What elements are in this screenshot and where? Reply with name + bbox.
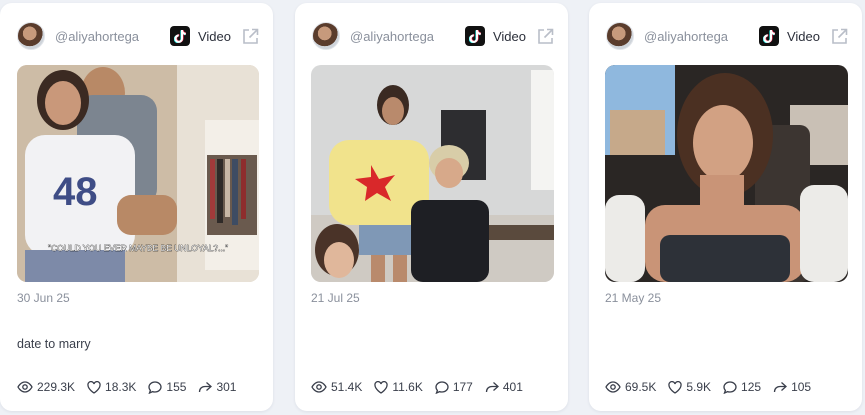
author-handle[interactable]: @aliyahortega: [644, 29, 728, 44]
post-date: 21 Jul 25: [311, 291, 360, 305]
video-thumbnail[interactable]: 48 "COULD YOU EVER MAYBE BE UNLOYAL?...": [17, 65, 259, 282]
likes-stat: 5.9K: [668, 380, 711, 394]
comments-stat: 155: [148, 380, 186, 394]
tiktok-icon: [169, 26, 190, 46]
views-stat: 51.4K: [311, 380, 362, 394]
heart-icon: [668, 380, 683, 394]
post-stats: 229.3K 18.3K 155 301: [17, 380, 248, 394]
comment-icon: [435, 380, 449, 394]
comment-icon: [723, 380, 737, 394]
eye-icon: [17, 381, 33, 393]
post-type-label: Video: [197, 28, 231, 44]
heart-icon: [87, 380, 101, 394]
post-type-label: Video: [492, 28, 526, 44]
video-thumbnail[interactable]: [311, 65, 554, 282]
post-caption: date to marry: [17, 337, 91, 351]
post-stats: 69.5K 5.9K 125 105: [605, 380, 823, 394]
likes-count: 5.9K: [686, 380, 712, 394]
post-header: @aliyahortega Video: [312, 21, 554, 51]
shares-stat: 401: [485, 380, 523, 394]
share-icon: [773, 381, 788, 392]
likes-stat: 18.3K: [87, 380, 136, 394]
views-count: 51.4K: [331, 380, 363, 394]
comment-icon: [148, 380, 163, 394]
eye-icon: [311, 381, 327, 393]
heart-icon: [374, 380, 389, 394]
likes-count: 18.3K: [105, 380, 137, 394]
views-count: 69.5K: [625, 380, 657, 394]
svg-text:48: 48: [53, 170, 98, 214]
share-icon: [485, 381, 499, 392]
post-type-label: Video: [786, 28, 820, 44]
tiktok-icon: [758, 26, 779, 46]
tiktok-icon: [464, 26, 485, 46]
shares-stat: 301: [198, 380, 236, 394]
shares-count: 301: [216, 380, 237, 394]
shares-count: 401: [502, 380, 523, 394]
comments-count: 177: [452, 380, 473, 394]
external-link-icon[interactable]: [536, 27, 554, 45]
comments-stat: 177: [435, 380, 473, 394]
views-stat: 69.5K: [605, 380, 656, 394]
post-header: @aliyahortega Video: [606, 21, 848, 51]
avatar[interactable]: [312, 22, 340, 50]
post-stats: 51.4K 11.6K 177 401: [311, 380, 535, 394]
comments-stat: 125: [723, 380, 761, 394]
views-count: 229.3K: [37, 380, 76, 394]
eye-icon: [605, 381, 621, 393]
likes-count: 11.6K: [392, 380, 423, 394]
post-header: @aliyahortega Video: [17, 21, 259, 51]
external-link-icon[interactable]: [241, 27, 259, 45]
shares-count: 105: [791, 380, 812, 394]
share-icon: [199, 381, 213, 392]
shares-stat: 105: [773, 380, 811, 394]
views-stat: 229.3K: [17, 380, 75, 394]
author-handle[interactable]: @aliyahortega: [350, 29, 434, 44]
comments-count: 155: [166, 380, 187, 394]
avatar[interactable]: [606, 22, 634, 50]
video-thumbnail[interactable]: [605, 65, 848, 282]
post-card[interactable]: @aliyahortega Video 21 Jul 25 51.4K 11.6…: [295, 3, 568, 411]
post-card[interactable]: @aliyahortega Video 48 "COULD YOU EVER M…: [0, 3, 273, 411]
post-date: 30 Jun 25: [17, 291, 70, 305]
post-date: 21 May 25: [605, 291, 662, 305]
likes-stat: 11.6K: [374, 380, 423, 394]
post-card[interactable]: @aliyahortega Video 21 May 25 69.5K 5.9K…: [589, 3, 862, 411]
avatar[interactable]: [17, 22, 45, 50]
author-handle[interactable]: @aliyahortega: [55, 29, 139, 44]
comments-count: 125: [741, 380, 762, 394]
video-overlay-text: "COULD YOU EVER MAYBE BE UNLOYAL?...": [48, 243, 228, 253]
external-link-icon[interactable]: [830, 27, 848, 45]
